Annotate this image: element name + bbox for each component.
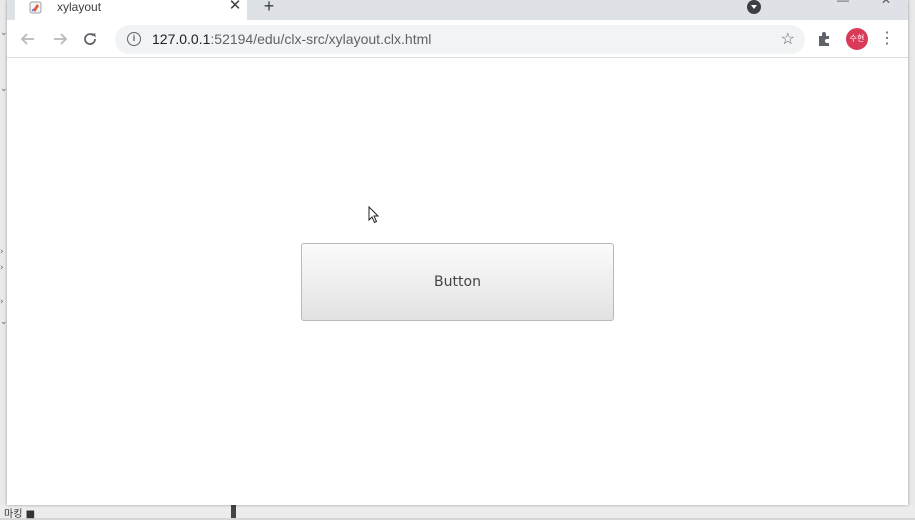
bookmark-star-icon[interactable]: ☆ xyxy=(781,29,795,49)
browser-toolbar: i 127.0.0.1:52194/edu/clx-src/xylayout.c… xyxy=(7,20,908,58)
page-content: Button xyxy=(7,58,908,505)
extensions-puzzle-icon[interactable] xyxy=(815,29,835,49)
url-path: :52194/edu/clx-src/xylayout.clx.html xyxy=(210,31,431,47)
tab-search-icon[interactable] xyxy=(747,0,761,14)
background-ide-left-edge: ⌄ ⌄ › › › ⌄ xyxy=(0,0,7,518)
back-button[interactable] xyxy=(17,28,39,50)
site-info-icon[interactable]: i xyxy=(127,32,141,46)
background-chevron-icon: ⌄ xyxy=(0,317,6,327)
reload-icon xyxy=(82,31,98,47)
forward-arrow-icon xyxy=(52,31,68,47)
background-divider xyxy=(231,505,236,518)
reload-button[interactable] xyxy=(79,28,101,50)
tab-strip: xylayout ✕ + — ✕ xyxy=(7,0,908,20)
new-tab-button[interactable]: + xyxy=(260,0,278,15)
browser-window: xylayout ✕ + — ✕ i 127.0.0.1:52194/edu/ xyxy=(7,0,908,505)
app-button[interactable]: Button xyxy=(301,243,614,321)
background-ide-bottom-strip: 마킹 ■ xyxy=(0,505,915,518)
background-chevron-icon: ⌄ xyxy=(0,28,6,38)
tab-close-icon[interactable]: ✕ xyxy=(227,0,243,14)
background-chevron-icon: › xyxy=(0,247,6,257)
address-bar[interactable]: i 127.0.0.1:52194/edu/clx-src/xylayout.c… xyxy=(115,25,805,54)
tab-xylayout[interactable]: xylayout ✕ xyxy=(15,0,247,20)
profile-avatar[interactable]: 수현 xyxy=(846,28,868,50)
background-ide-right-edge xyxy=(907,0,915,518)
minimize-icon[interactable]: — xyxy=(837,0,849,7)
url-host: 127.0.0.1 xyxy=(152,31,210,47)
browser-menu-icon[interactable]: ⋮ xyxy=(879,29,895,49)
forward-button[interactable] xyxy=(49,28,71,50)
url-text[interactable]: 127.0.0.1:52194/edu/clx-src/xylayout.clx… xyxy=(152,31,431,47)
tab-title: xylayout xyxy=(57,0,101,14)
background-chevron-icon: › xyxy=(0,263,6,273)
background-chevron-icon: ⌄ xyxy=(0,84,6,94)
close-window-icon[interactable]: ✕ xyxy=(881,0,891,7)
mouse-pointer-icon xyxy=(368,206,380,224)
back-arrow-icon xyxy=(20,31,36,47)
page-favicon-icon xyxy=(29,1,42,14)
background-chevron-icon: › xyxy=(0,297,6,307)
